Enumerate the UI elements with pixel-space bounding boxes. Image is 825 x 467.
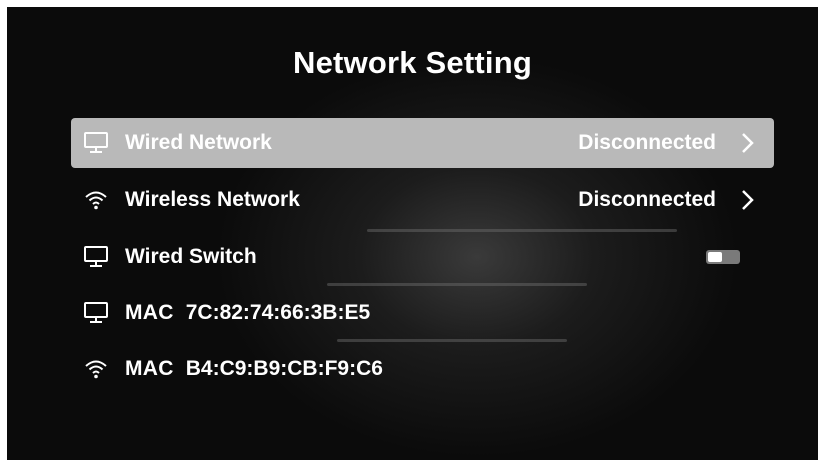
divider (337, 339, 567, 342)
wired-network-row[interactable]: Wired Network Disconnected (71, 118, 774, 168)
wired-switch-row[interactable]: Wired Switch (71, 232, 774, 282)
wifi-icon (85, 191, 107, 210)
wired-switch-toggle[interactable] (706, 250, 740, 264)
chevron-right-icon (742, 133, 754, 153)
monitor-icon (84, 132, 108, 153)
wired-network-status: Disconnected (578, 131, 716, 154)
divider (327, 283, 587, 286)
monitor-icon (84, 246, 108, 267)
wired-switch-label: Wired Switch (125, 245, 257, 268)
wired-mac-value: 7C:82:74:66:3B:E5 (185, 301, 371, 324)
mac-label: MAC (125, 357, 174, 380)
chevron-right-icon (742, 190, 754, 210)
wireless-network-row[interactable]: Wireless Network Disconnected (71, 175, 774, 225)
wireless-network-label: Wireless Network (125, 188, 300, 211)
wireless-mac-text: MAC B4:C9:B9:CB:F9:C6 (125, 344, 383, 394)
monitor-icon (84, 302, 108, 323)
wireless-mac-value: B4:C9:B9:CB:F9:C6 (185, 357, 383, 380)
page-title: Network Setting (293, 45, 532, 80)
toggle-knob (708, 252, 722, 262)
wifi-icon (85, 360, 107, 379)
wired-network-label: Wired Network (125, 131, 272, 154)
tv-screen: Network Setting Wired Network Disconnect… (7, 7, 818, 460)
mac-label: MAC (125, 301, 174, 324)
wireless-mac-row: MAC B4:C9:B9:CB:F9:C6 (71, 344, 774, 394)
wired-mac-row: MAC 7C:82:74:66:3B:E5 (71, 288, 774, 338)
wired-mac-text: MAC 7C:82:74:66:3B:E5 (125, 288, 370, 338)
wireless-network-status: Disconnected (578, 188, 716, 211)
